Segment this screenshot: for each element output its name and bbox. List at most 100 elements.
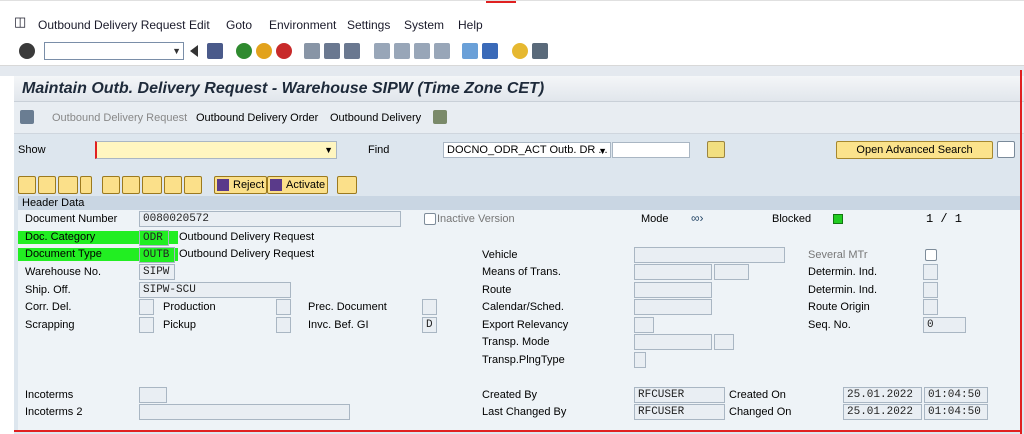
- nav-outbound-delivery-order[interactable]: Outbound Delivery Order: [196, 112, 318, 124]
- menu-outbound-delivery-request[interactable]: Outbound Delivery Request: [38, 18, 185, 32]
- menu-help[interactable]: Help: [458, 18, 483, 32]
- transp-mode-label: Transp. Mode: [482, 336, 550, 348]
- vehicle-field[interactable]: [634, 247, 785, 263]
- created-on-date-field[interactable]: 25.01.2022: [843, 387, 922, 403]
- menu-goto[interactable]: Goto: [226, 18, 252, 32]
- means-of-trans-field-2[interactable]: [714, 264, 749, 280]
- doc-category-field[interactable]: ODR: [139, 230, 169, 246]
- expand-up-icon[interactable]: [18, 176, 36, 194]
- save-icon[interactable]: [207, 43, 223, 59]
- help-icon[interactable]: [512, 43, 528, 59]
- menu-bar: ◫ Outbound Delivery Request Edit Goto En…: [0, 0, 1024, 36]
- export-relevancy-field[interactable]: [634, 317, 654, 333]
- print-icon[interactable]: [304, 43, 320, 59]
- reject-button[interactable]: Reject: [214, 176, 268, 194]
- separator-band: [0, 66, 1024, 76]
- prec-document-field[interactable]: [422, 299, 437, 315]
- inactive-version-checkbox[interactable]: [424, 213, 436, 225]
- route-origin-field[interactable]: [923, 299, 938, 315]
- created-by-field[interactable]: RFCUSER: [634, 387, 725, 403]
- refresh-icon[interactable]: [164, 176, 182, 194]
- find-icon[interactable]: [324, 43, 340, 59]
- execute-search-icon[interactable]: [707, 141, 725, 158]
- back-icon[interactable]: [236, 43, 252, 59]
- changed-on-time-field[interactable]: 01:04:50: [924, 404, 988, 420]
- previous-page-icon[interactable]: [394, 43, 410, 59]
- command-field[interactable]: ▼: [44, 42, 184, 60]
- menu-edit[interactable]: Edit: [189, 18, 210, 32]
- incoterms2-field[interactable]: [139, 404, 350, 420]
- production-label: Production: [163, 301, 216, 313]
- nav-outbound-delivery[interactable]: Outbound Delivery: [330, 112, 421, 124]
- reject-icon: [217, 179, 229, 191]
- output-icon[interactable]: [337, 176, 357, 194]
- doc-type-text: Outbound Delivery Request: [179, 248, 315, 260]
- shortcut-icon[interactable]: [482, 43, 498, 59]
- window-menu-icon[interactable]: ◫: [14, 14, 26, 30]
- check-icon[interactable]: [142, 176, 162, 194]
- production-field[interactable]: [276, 299, 291, 315]
- doc-type-field[interactable]: OUTB: [139, 247, 175, 263]
- created-on-label: Created On: [729, 389, 786, 401]
- blocked-status-icon: [833, 214, 843, 224]
- changed-on-date-field[interactable]: 25.01.2022: [843, 404, 922, 420]
- determin-ind-field-2[interactable]: [923, 282, 938, 298]
- seq-no-field[interactable]: 0: [923, 317, 966, 333]
- route-field[interactable]: [634, 282, 712, 298]
- save-small-icon[interactable]: [184, 176, 202, 194]
- enter-icon[interactable]: [19, 43, 35, 59]
- document-flow-icon[interactable]: [433, 110, 447, 124]
- red-border-bottom: [14, 430, 1022, 432]
- detail-icon[interactable]: [58, 176, 78, 194]
- display-change-toggle-icon[interactable]: [122, 176, 140, 194]
- determin-ind-field-1[interactable]: [923, 264, 938, 280]
- blocked-label: Blocked: [772, 213, 812, 225]
- warehouse-field[interactable]: SIPW: [139, 264, 175, 280]
- display-change-icon[interactable]: [20, 110, 34, 124]
- layout-menu-icon[interactable]: [532, 43, 548, 59]
- find-next-icon[interactable]: [344, 43, 360, 59]
- last-changed-by-field[interactable]: RFCUSER: [634, 404, 725, 420]
- chevron-down-icon[interactable]: ▼: [172, 46, 181, 56]
- cancel-icon[interactable]: [276, 43, 292, 59]
- new-session-icon[interactable]: [462, 43, 478, 59]
- incoterms-label: Incoterms: [25, 389, 74, 401]
- menu-system[interactable]: System: [404, 18, 444, 32]
- scrapping-field[interactable]: [139, 317, 154, 333]
- exit-icon[interactable]: [256, 43, 272, 59]
- ship-off-field[interactable]: SIPW-SCU: [139, 282, 291, 298]
- menu-settings[interactable]: Settings: [347, 18, 390, 32]
- more-icon[interactable]: [80, 176, 92, 194]
- last-page-icon[interactable]: [434, 43, 450, 59]
- edit-pencil-icon[interactable]: [102, 176, 120, 194]
- chevron-down-icon[interactable]: ▼: [324, 145, 333, 155]
- open-advanced-search-button[interactable]: Open Advanced Search: [836, 141, 993, 159]
- activate-button[interactable]: Activate: [267, 176, 329, 194]
- calendar-sched-field[interactable]: [634, 299, 712, 315]
- transp-plng-type-field[interactable]: [634, 352, 646, 368]
- list-icon[interactable]: [997, 141, 1015, 158]
- corr-del-field[interactable]: [139, 299, 154, 315]
- find-select[interactable]: DOCNO_ODR_ACT Outb. DR ... ▼: [443, 142, 611, 158]
- chevron-down-icon[interactable]: ▼: [598, 144, 607, 158]
- find-input[interactable]: [612, 142, 690, 158]
- next-page-icon[interactable]: [414, 43, 430, 59]
- export-relevancy-label: Export Relevancy: [482, 319, 569, 331]
- several-mtr-checkbox[interactable]: [925, 249, 937, 261]
- doc-number-field[interactable]: 0080020572: [139, 211, 401, 227]
- pickup-field[interactable]: [276, 317, 291, 333]
- incoterms-field[interactable]: [139, 387, 167, 403]
- invc-bef-gi-field[interactable]: D: [422, 317, 437, 333]
- menu-environment[interactable]: Environment: [269, 18, 336, 32]
- vehicle-label: Vehicle: [482, 249, 518, 261]
- show-select[interactable]: ▼: [95, 141, 337, 159]
- created-on-time-field[interactable]: 01:04:50: [924, 387, 988, 403]
- transp-mode-field[interactable]: [634, 334, 712, 350]
- nav-outbound-delivery-request[interactable]: Outbound Delivery Request: [52, 112, 187, 124]
- back-arrow-icon[interactable]: [190, 45, 198, 57]
- pickup-label: Pickup: [163, 319, 197, 331]
- means-of-trans-field[interactable]: [634, 264, 712, 280]
- transp-mode-field-2[interactable]: [714, 334, 734, 350]
- collapse-down-icon[interactable]: [38, 176, 56, 194]
- first-page-icon[interactable]: [374, 43, 390, 59]
